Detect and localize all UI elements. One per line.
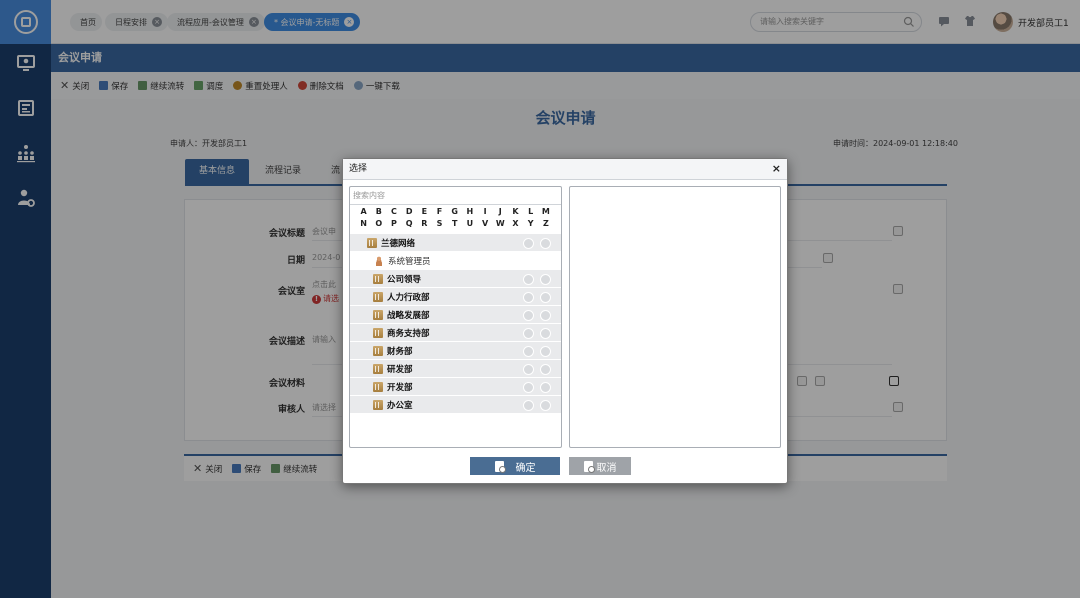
remove-icon[interactable] (540, 364, 551, 375)
letter-Z[interactable]: Z (538, 218, 553, 230)
building-icon (373, 291, 383, 302)
confirm-button[interactable]: 确定 (470, 457, 560, 475)
letter-C[interactable]: C (386, 206, 401, 218)
dialog-title: 选择 × (343, 159, 787, 180)
letter-D[interactable]: D (402, 206, 417, 218)
letter-J[interactable]: J (493, 206, 508, 218)
building-icon (367, 237, 377, 248)
letter-I[interactable]: I (478, 206, 493, 218)
cancel-label: 取消 (596, 462, 617, 474)
org-tree: 兰德网络 系统管理员 公司领导 人力行政部 战略发展部 商务支持部 财务部 研发… (350, 234, 561, 414)
letter-V[interactable]: V (478, 218, 493, 230)
add-icon[interactable] (523, 400, 534, 411)
tree-node-dept[interactable]: 人力行政部 (350, 288, 561, 306)
confirm-label: 确定 (515, 462, 536, 474)
remove-icon[interactable] (540, 238, 551, 249)
letter-L[interactable]: L (523, 206, 538, 218)
remove-icon[interactable] (540, 274, 551, 285)
tree-node-dept[interactable]: 开发部 (350, 378, 561, 396)
document-icon (583, 460, 595, 473)
alphabet-index: A B C D E F G H I J K L M N O P Q R S T … (350, 206, 561, 230)
building-icon (373, 381, 383, 392)
tree-node-label: 财务部 (387, 346, 413, 357)
add-icon[interactable] (523, 274, 534, 285)
tree-node-org[interactable]: 兰德网络 (350, 234, 561, 252)
tree-node-label: 兰德网络 (381, 238, 416, 249)
candidate-panel: 搜索内容 A B C D E F G H I J K L M N O P Q R… (349, 186, 562, 448)
tree-node-user[interactable]: 系统管理员 (350, 252, 561, 270)
tree-node-dept[interactable]: 公司领导 (350, 270, 561, 288)
tree-node-label: 公司领导 (387, 274, 422, 285)
remove-icon[interactable] (540, 292, 551, 303)
remove-icon[interactable] (540, 310, 551, 321)
selected-panel[interactable] (569, 186, 781, 448)
letter-Q[interactable]: Q (402, 218, 417, 230)
add-icon[interactable] (523, 292, 534, 303)
add-icon[interactable] (523, 364, 534, 375)
add-icon[interactable] (523, 382, 534, 393)
tree-node-label: 办公室 (387, 400, 413, 411)
tree-node-label: 商务支持部 (387, 328, 430, 339)
user-icon (375, 255, 383, 266)
letter-S[interactable]: S (432, 218, 447, 230)
tree-node-label: 系统管理员 (388, 256, 431, 267)
remove-icon[interactable] (540, 328, 551, 339)
select-dialog: 选择 × 搜索内容 A B C D E F G H I J K L M N O … (342, 158, 788, 484)
tree-node-dept[interactable]: 财务部 (350, 342, 561, 360)
building-icon (373, 345, 383, 356)
tree-node-dept[interactable]: 办公室 (350, 396, 561, 414)
close-icon[interactable]: × (772, 163, 781, 175)
letter-K[interactable]: K (508, 206, 523, 218)
tree-node-dept[interactable]: 研发部 (350, 360, 561, 378)
add-icon[interactable] (523, 310, 534, 321)
building-icon (373, 399, 383, 410)
remove-icon[interactable] (540, 382, 551, 393)
cancel-button[interactable]: 取消 (569, 457, 631, 475)
search-input[interactable]: 搜索内容 (350, 187, 561, 205)
letter-W[interactable]: W (493, 218, 508, 230)
remove-icon[interactable] (540, 400, 551, 411)
letter-P[interactable]: P (386, 218, 401, 230)
document-icon (494, 460, 506, 473)
building-icon (373, 309, 383, 320)
letter-F[interactable]: F (432, 206, 447, 218)
add-icon[interactable] (523, 238, 534, 249)
letter-H[interactable]: H (462, 206, 477, 218)
tree-node-label: 战略发展部 (387, 310, 430, 321)
add-icon[interactable] (523, 328, 534, 339)
letter-A[interactable]: A (356, 206, 371, 218)
letter-M[interactable]: M (538, 206, 553, 218)
tree-node-label: 研发部 (387, 364, 413, 375)
tree-node-dept[interactable]: 商务支持部 (350, 324, 561, 342)
letter-R[interactable]: R (417, 218, 432, 230)
remove-icon[interactable] (540, 346, 551, 357)
letter-Y[interactable]: Y (523, 218, 538, 230)
building-icon (373, 273, 383, 284)
letter-N[interactable]: N (356, 218, 371, 230)
building-icon (373, 327, 383, 338)
letter-G[interactable]: G (447, 206, 462, 218)
letter-U[interactable]: U (462, 218, 477, 230)
letter-X[interactable]: X (508, 218, 523, 230)
tree-node-dept[interactable]: 战略发展部 (350, 306, 561, 324)
letter-B[interactable]: B (371, 206, 386, 218)
building-icon (373, 363, 383, 374)
tree-node-label: 人力行政部 (387, 292, 430, 303)
add-icon[interactable] (523, 346, 534, 357)
letter-E[interactable]: E (417, 206, 432, 218)
letter-T[interactable]: T (447, 218, 462, 230)
tree-node-label: 开发部 (387, 382, 413, 393)
letter-O[interactable]: O (371, 218, 386, 230)
